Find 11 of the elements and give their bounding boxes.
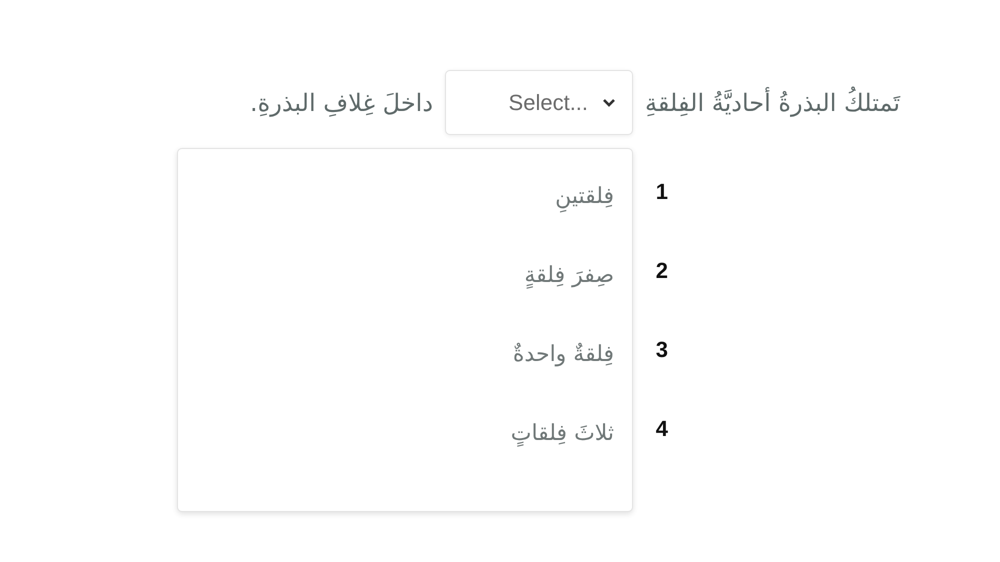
answer-dropdown[interactable]: Select...	[445, 70, 634, 135]
caret-icon	[602, 98, 616, 108]
option-number: 4	[656, 415, 668, 443]
sentence-text: تَمتلكُ البذرةُ أحاديَّةُ الفِلقةِ	[645, 86, 900, 119]
option-item[interactable]: صِفرَ فِلقةٍ	[524, 263, 614, 288]
option-number: 3	[656, 336, 668, 364]
option-number: 1	[656, 178, 668, 206]
option-number: 2	[656, 257, 668, 285]
option-item[interactable]: فِلقةٌ واحدةٌ	[512, 342, 614, 367]
sentence-text: داخلَ غِلافِ البذرةِ.	[250, 88, 434, 119]
option-item[interactable]: ثلاثَ فِلقاتٍ	[510, 421, 614, 446]
